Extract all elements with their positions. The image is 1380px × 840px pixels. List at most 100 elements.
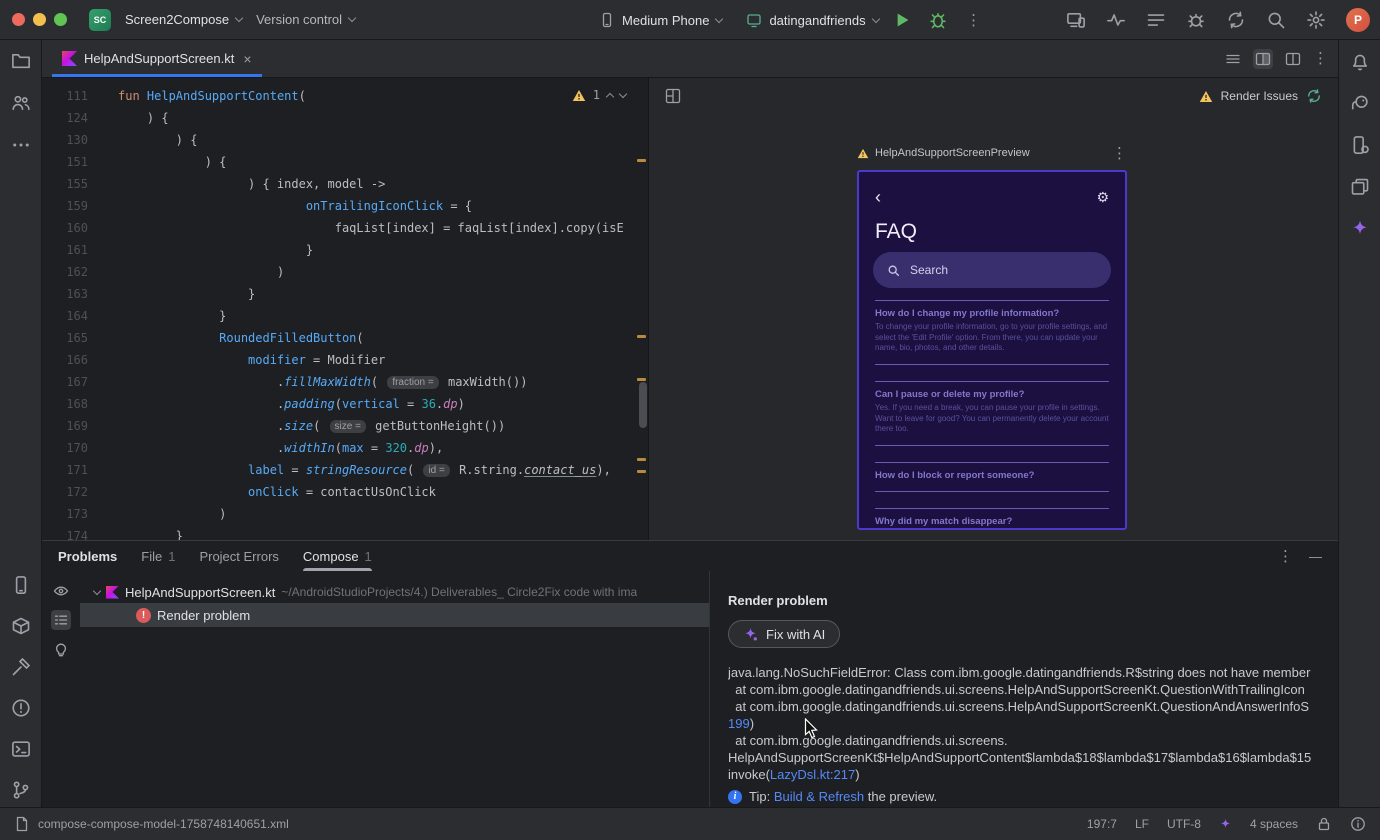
profiler-icon [1107,14,1125,26]
problems-error-row[interactable]: ! Render problem [80,603,709,627]
chevron-down-icon [92,586,102,595]
device-mirroring-button[interactable] [1066,10,1086,30]
more-actions-button[interactable]: ⋮ [961,7,987,33]
stack-link[interactable]: 199 [728,716,750,731]
device-manager-button[interactable] [1347,132,1373,158]
kebab-icon[interactable]: ⋮ [1313,51,1328,66]
indent-setting[interactable]: 4 spaces [1250,817,1298,831]
project-menu[interactable]: Screen2Compose [125,12,244,27]
faq-item[interactable]: Can I pause or delete my profile? Yes. If… [875,380,1109,446]
gradle-tool-button[interactable] [1347,90,1373,116]
chevron-down-icon [234,13,244,23]
settings-button[interactable] [1306,10,1326,30]
render-issues-label[interactable]: Render Issues [1221,89,1298,103]
caret-position[interactable]: 197:7 [1087,817,1117,831]
build-tool-button[interactable] [8,654,34,680]
gear-icon[interactable]: ⚙ [1096,189,1109,206]
git-tool-button[interactable] [8,777,34,803]
code-line: 130) { [66,133,198,147]
faq-item[interactable]: How do I block or report someone? [875,461,1109,492]
faq-item[interactable]: How do I change my profile information? T… [875,300,1109,365]
line-separator[interactable]: LF [1135,817,1149,831]
commit-tool-button[interactable] [8,90,34,116]
chevron-up-icon[interactable] [605,92,615,101]
details-view-toggle[interactable] [51,610,71,630]
split-editor-toggle[interactable] [1253,48,1273,69]
code-editor[interactable]: 111 fun HelpAndSupportContent(124) {130) … [42,78,648,540]
editor-tab[interactable]: HelpAndSupportScreen.kt × [52,40,262,77]
warning-stripe-mark[interactable] [637,335,646,338]
warning-stripe-mark[interactable] [637,159,646,162]
preview-label-row[interactable]: HelpAndSupportScreenPreview ⋮ [857,142,1127,164]
search-everywhere-button[interactable] [1266,10,1286,30]
gradle-sync-button[interactable] [1226,10,1246,30]
stack-line: at com.ibm.google.datingandfriends.ui.sc… [728,699,1310,714]
inspection-widget[interactable]: 1 [567,86,630,104]
search-placeholder: Search [910,263,949,277]
terminal-tool-button[interactable] [8,736,34,762]
running-devices-tool-button[interactable] [8,572,34,598]
logcat-button[interactable] [1146,10,1166,30]
stack-link[interactable]: LazyDsl.kt:217 [770,767,855,782]
code-line: 169 .size( size = getButtonHeight()) [66,419,506,433]
faq-search-bar[interactable]: Search [873,252,1111,288]
editor-list-icon[interactable] [1225,51,1241,67]
right-tool-rail [1338,40,1380,807]
device-name: Medium Phone [622,12,710,28]
problems-tab-compose[interactable]: Compose 1 [302,541,372,571]
problems-tab-project-errors[interactable]: Project Errors [199,541,278,571]
app-insights-button[interactable] [1186,10,1206,30]
layout-view-icon[interactable] [1285,51,1301,67]
warning-stripe-mark[interactable] [637,458,646,461]
file-encoding[interactable]: UTF-8 [1167,817,1201,831]
minimize-icon[interactable]: — [1309,549,1322,564]
details-list-icon [54,615,68,625]
close-icon[interactable]: × [243,51,251,67]
back-arrow-icon[interactable]: ‹ [875,188,881,206]
close-window-button[interactable] [12,13,25,26]
ai-sparkle-icon[interactable] [1219,818,1232,831]
more-tool-windows-button[interactable] [8,132,34,158]
resource-manager-button[interactable] [1347,174,1373,200]
gemini-button[interactable] [1347,216,1373,242]
faq-item[interactable]: Why did my match disappear? [875,507,1109,528]
preview-eye-icon[interactable] [53,583,69,599]
left-tool-rail [0,40,42,807]
lightbulb-icon[interactable] [53,641,69,657]
build-refresh-link[interactable]: Build & Refresh [774,789,864,804]
warning-stripe-mark[interactable] [637,470,646,473]
chevron-down-icon[interactable] [618,89,628,98]
debug-button[interactable] [925,7,951,33]
device-manager-tool-button[interactable] [8,613,34,639]
warning-stripe-mark[interactable] [637,378,646,381]
git-branch-icon [13,781,28,799]
version-control-menu[interactable]: Version control [256,12,357,27]
statusbar-file[interactable]: compose-compose-model-1758748140651.xml [38,817,289,831]
minimize-window-button[interactable] [33,13,46,26]
project-tool-button[interactable] [8,48,34,74]
kebab-icon[interactable]: ⋮ [1112,146,1127,161]
user-avatar[interactable]: P [1346,8,1370,32]
info-circle-icon[interactable] [1350,816,1366,832]
zoom-window-button[interactable] [54,13,67,26]
notifications-button[interactable] [1347,48,1373,74]
app-icon: SC [89,8,111,31]
refresh-icon[interactable] [1306,88,1322,104]
editor-scrollbar[interactable] [639,382,647,428]
problems-tool-button[interactable] [8,695,34,721]
xml-file-icon [16,816,28,832]
profiler-button[interactable] [1106,10,1126,30]
kebab-icon[interactable]: ⋮ [1278,549,1293,564]
phone-gear-icon [1353,136,1369,154]
problems-tab-file[interactable]: File 1 [141,541,175,571]
problems-tree: HelpAndSupportScreen.kt ~/AndroidStudioP… [80,571,709,807]
device-selector[interactable]: Medium Phone [599,12,724,28]
lock-icon[interactable] [1316,816,1332,832]
ui-check-grid-icon[interactable] [665,88,681,104]
users-icon [11,95,30,111]
fix-with-ai-button[interactable]: Fix with AI [728,620,841,648]
problems-file-row[interactable]: HelpAndSupportScreen.kt ~/AndroidStudioP… [80,581,709,603]
run-config-selector[interactable]: datingandfriends [746,12,880,28]
code-line: 160 faqList[index] = faqList[index].copy(… [66,221,624,235]
run-button[interactable] [889,7,915,33]
